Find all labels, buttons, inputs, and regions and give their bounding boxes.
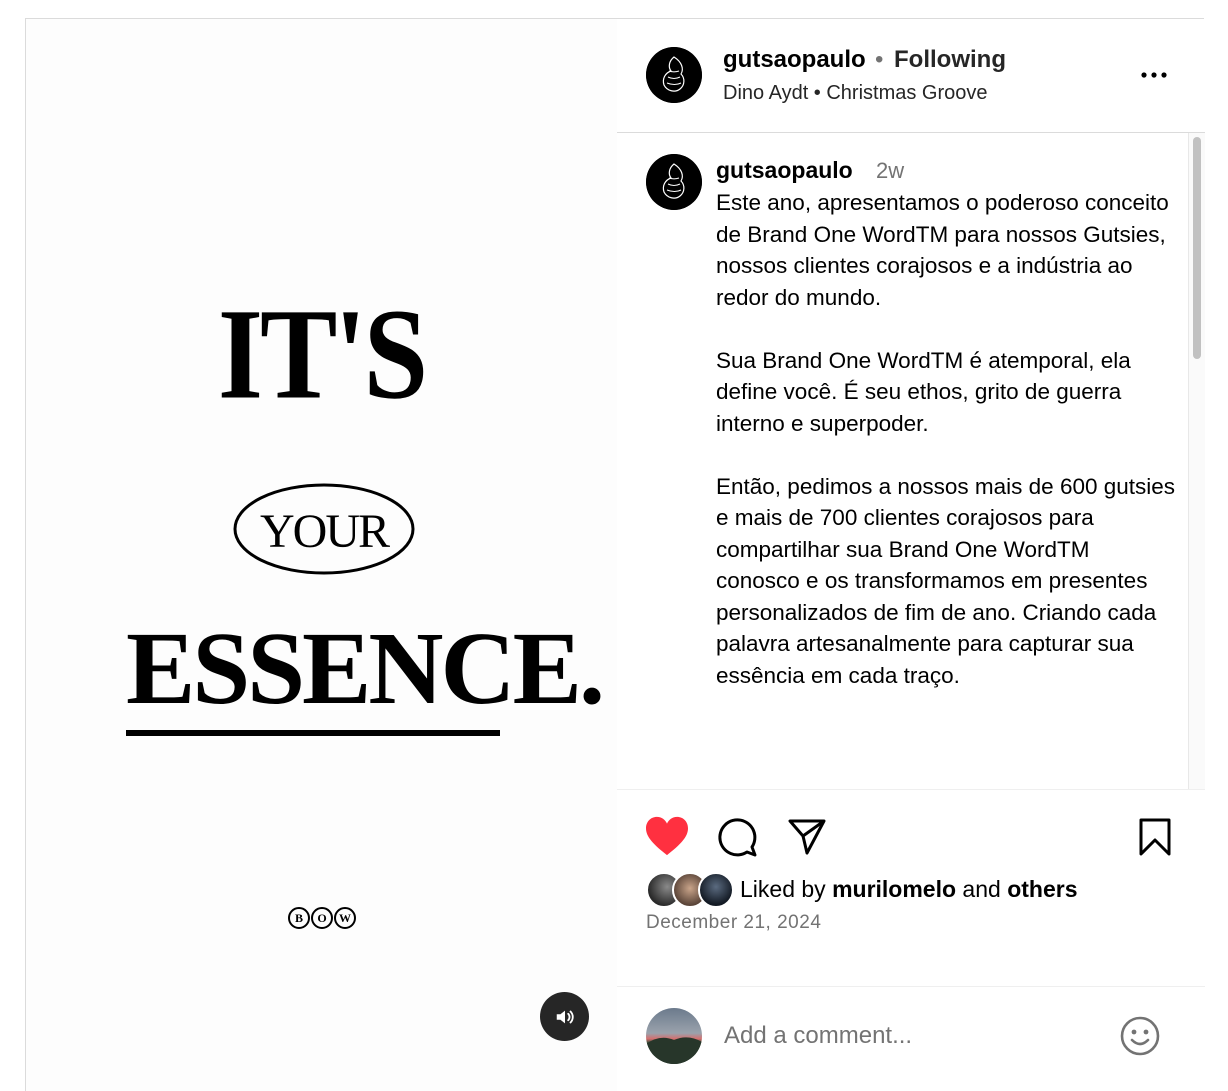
likes-summary: Liked by murilomelo and others <box>740 876 1077 903</box>
post-actions: Liked by murilomelo and others December … <box>617 790 1205 1091</box>
paper-plane-icon[interactable] <box>787 817 827 857</box>
more-horizontal-icon[interactable] <box>1139 65 1169 85</box>
likes-others-link[interactable]: others <box>1007 876 1077 902</box>
landscape-photo-icon <box>646 1037 702 1064</box>
likes-prefix: Liked by <box>740 876 826 902</box>
poster-oval-badge: YOUR <box>233 482 415 576</box>
author-username-link[interactable]: gutsaopaulo <box>723 46 866 74</box>
post-side-panel: gutsaopaulo • Following Dino Aydt • Chri… <box>617 19 1205 1091</box>
smiley-icon[interactable] <box>1120 1016 1160 1056</box>
scrollbar-thumb[interactable] <box>1193 137 1201 359</box>
comment-bubble-icon[interactable] <box>716 816 758 858</box>
poster-subword: YOUR <box>259 505 390 558</box>
poster-logo: B O W <box>288 907 358 933</box>
speaker-icon <box>556 1010 574 1023</box>
caption-username-link[interactable]: gutsaopaulo <box>716 157 853 184</box>
bookmark-icon[interactable] <box>1138 817 1172 857</box>
poster-headline: IT'S <box>217 283 428 427</box>
post-header: gutsaopaulo • Following Dino Aydt • Chri… <box>617 19 1205 133</box>
author-avatar[interactable] <box>646 47 702 103</box>
header-separator: • <box>875 46 884 73</box>
poster-essence: ESSENCE. <box>126 611 605 726</box>
caption-timestamp[interactable]: 2w <box>876 158 904 184</box>
sound-toggle-button[interactable] <box>540 992 589 1041</box>
post-date[interactable]: December 21, 2024 <box>646 912 821 934</box>
poster-underline <box>126 730 500 736</box>
audio-track-link[interactable]: Dino Aydt • Christmas Groove <box>723 82 988 105</box>
likes-joiner: and <box>962 876 1001 902</box>
heart-filled-icon[interactable] <box>644 815 690 857</box>
poster-logo-letter: W <box>334 907 356 929</box>
poster-logo-letter: B <box>288 907 310 929</box>
post-dialog: IT'S YOUR ESSENCE. B O W gutsaopaulo • F… <box>25 18 1205 1091</box>
liker-username-link[interactable]: murilomelo <box>832 876 956 902</box>
caption-text: Este ano, apresentamos o poderoso concei… <box>716 190 1176 688</box>
comment-input[interactable] <box>724 1019 1104 1053</box>
following-button[interactable]: Following <box>894 46 1006 74</box>
avatar-figure-icon <box>646 154 702 210</box>
avatar-figure-icon <box>646 47 702 103</box>
post-media[interactable]: IT'S YOUR ESSENCE. B O W <box>26 19 617 1091</box>
comments-list[interactable]: gutsaopaulo 2w Este ano, apresentamos o … <box>617 133 1205 790</box>
add-comment-bar <box>617 986 1205 1064</box>
poster-logo-letter: O <box>311 907 333 929</box>
comments-scrollbar[interactable] <box>1188 133 1205 789</box>
caption-avatar[interactable] <box>646 154 702 210</box>
current-user-avatar <box>646 1008 702 1064</box>
liker-avatar[interactable] <box>698 872 734 908</box>
